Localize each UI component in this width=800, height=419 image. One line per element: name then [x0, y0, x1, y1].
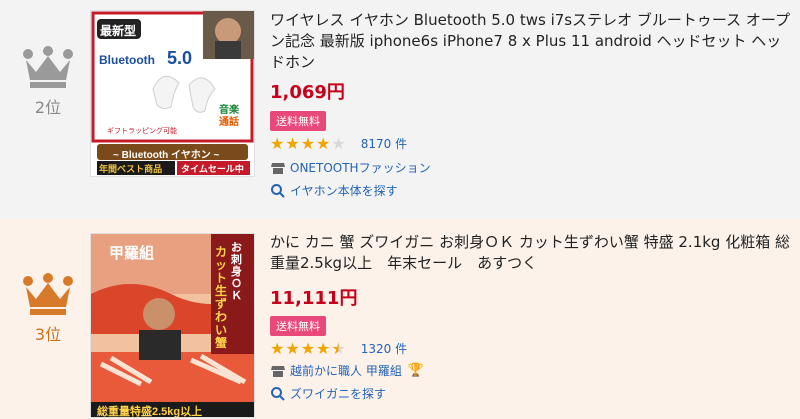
product-title-link[interactable]: ワイヤレス イヤホン Bluetooth 5.0 tws i7sステレオ ブルー…	[270, 10, 790, 73]
crown-icon	[23, 273, 73, 315]
review-count-link[interactable]: 8170 件	[361, 135, 407, 152]
shop-icon	[271, 365, 285, 377]
product-image[interactable]: 甲羅組 お刺身ＯＫ カット生ずわい蟹 総重量特盛2.5kg以上	[90, 233, 255, 418]
cut-crab-vertical: カット生ずわい蟹	[215, 245, 228, 350]
shop-link[interactable]: ONETOOTHファッション	[270, 159, 431, 176]
star-icon: ★	[316, 339, 331, 358]
star-icon: ★	[285, 339, 300, 358]
trophy-icon: 🏆	[407, 363, 425, 378]
free-shipping-badge: 送料無料	[270, 111, 326, 131]
star-icon: ★	[300, 134, 316, 153]
free-shipping-badge: 送料無料	[270, 316, 326, 336]
new-model-tag: 最新型	[100, 24, 137, 38]
shop-name: 越前かに職人 甲羅組	[290, 364, 402, 378]
shop-name: ONETOOTHファッション	[290, 161, 431, 175]
rank-indicator: 2位	[18, 46, 78, 118]
shop-icon	[271, 162, 285, 174]
star-icon: ★	[316, 134, 331, 153]
search-label: ズワイガニを探す	[290, 387, 387, 401]
crown-icon	[23, 46, 73, 88]
search-label: イヤホン本体を探す	[290, 184, 398, 198]
product-price: 11,111円	[270, 288, 358, 309]
bluetooth-label: Bluetooth	[99, 53, 155, 67]
call-label: 通話	[219, 117, 239, 128]
annual-best-badge: 年間ベスト商品	[99, 164, 163, 174]
ranking-item: 2位 最新型 Bluetooth 5.0 音楽 通話 ギフトラッピング可能 ~ …	[0, 0, 800, 218]
product-price: 1,069円	[270, 82, 345, 103]
rating: ★ ★ ★ ★ ★ 8170 件	[270, 134, 407, 153]
rank-label: 2位	[34, 98, 62, 117]
star-icon: ★	[270, 339, 285, 358]
star-half-icon: ★	[331, 339, 346, 358]
search-icon	[271, 183, 285, 198]
product-title-link[interactable]: かに カニ 蟹 ズワイガニ お刺身ＯＫ カット生ずわい蟹 特盛 2.1kg 化粧…	[270, 232, 790, 274]
star-icon: ★	[270, 134, 285, 153]
shop-logo-text: 甲羅組	[109, 245, 155, 262]
gift-label: ギフトラッピング可能	[107, 128, 177, 135]
search-icon	[271, 386, 285, 401]
total-weight-banner: 総重量特盛2.5kg以上	[97, 406, 203, 418]
search-similar-link[interactable]: イヤホン本体を探す	[270, 182, 398, 199]
search-similar-link[interactable]: ズワイガニを探す	[270, 385, 386, 402]
rank-label: 3位	[34, 325, 62, 344]
earphone-band: ~ Bluetooth イヤホン ~	[113, 150, 220, 161]
rating: ★ ★ ★ ★ ★ 1320 件	[270, 339, 407, 358]
review-count-link[interactable]: 1320 件	[361, 340, 407, 357]
bluetooth-version: 5.0	[167, 48, 193, 68]
shop-link[interactable]: 越前かに職人 甲羅組 🏆	[270, 362, 424, 379]
time-sale-badge: タイムセール中	[181, 164, 244, 174]
star-icon: ★	[300, 339, 316, 358]
rank-indicator: 3位	[18, 273, 78, 345]
sashimi-ok-vertical: お刺身ＯＫ	[231, 242, 242, 302]
star-icon: ★	[285, 134, 300, 153]
product-image[interactable]: 最新型 Bluetooth 5.0 音楽 通話 ギフトラッピング可能 ~ Blu…	[90, 10, 255, 177]
ranking-item: 3位 甲羅組 お刺身ＯＫ カット生ずわい蟹 総重量特盛2.5kg以上 かに カニ…	[0, 218, 800, 419]
star-empty-icon: ★	[331, 134, 346, 153]
